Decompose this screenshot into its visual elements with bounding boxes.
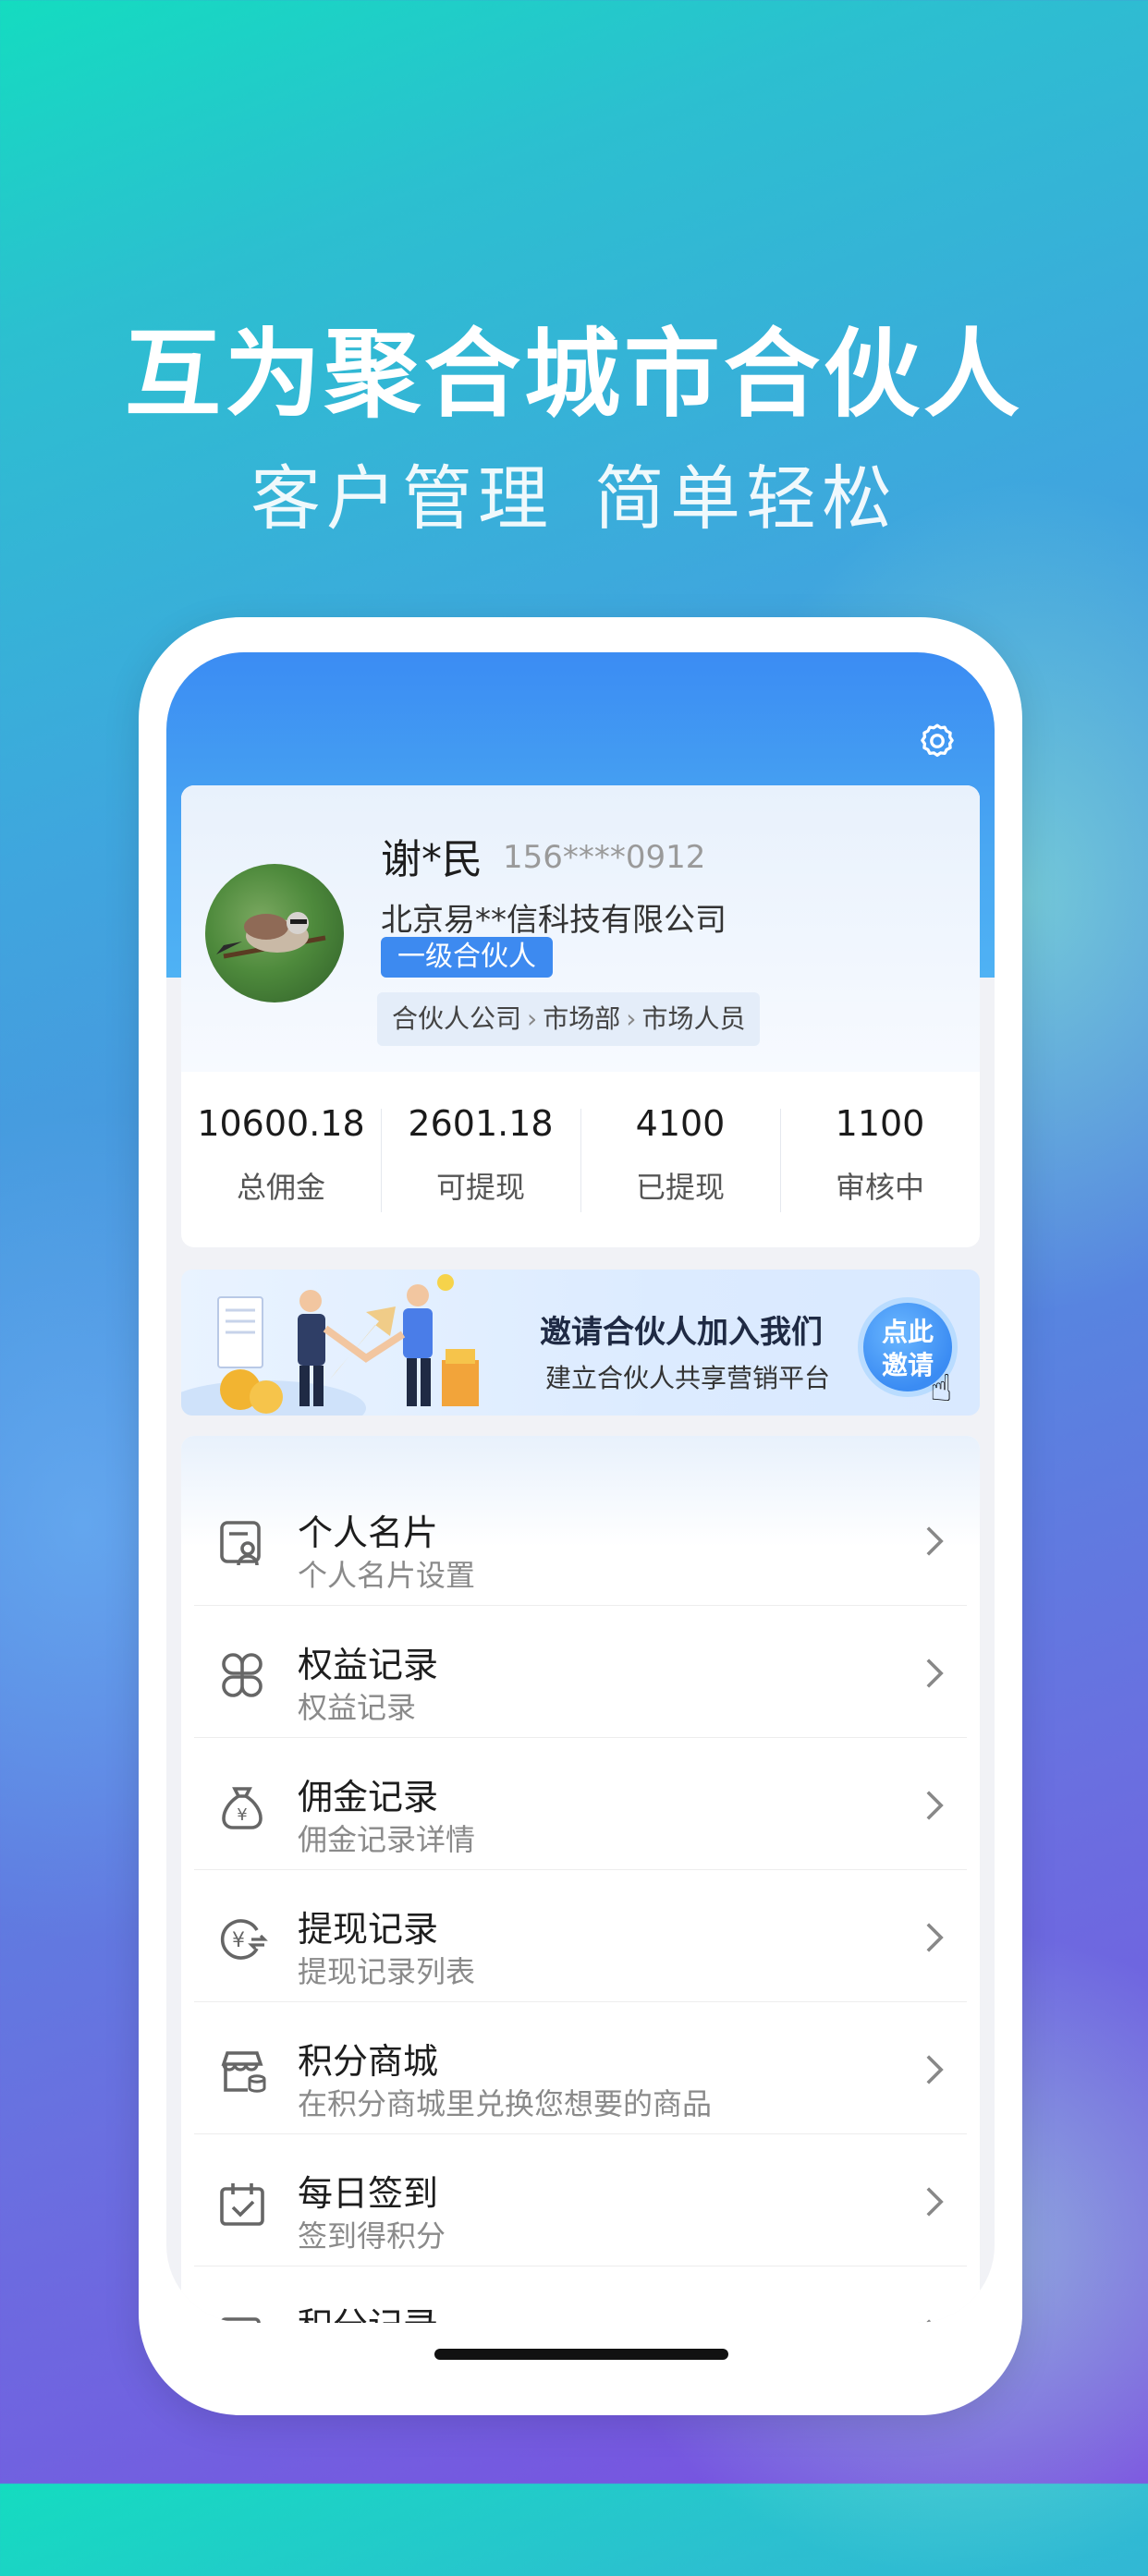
banner-title: 邀请合伙人加入我们 bbox=[540, 1314, 823, 1351]
svg-text:¥: ¥ bbox=[232, 1929, 245, 1952]
stat-total-commission[interactable]: 10600.18 总佣金 bbox=[181, 1072, 381, 1247]
org-breadcrumb: 合伙人公司 › 市场部 › 市场人员 bbox=[377, 992, 761, 1046]
chevron-right-icon bbox=[926, 1526, 944, 1556]
home-indicator[interactable] bbox=[434, 2349, 728, 2360]
menu-item-subtitle: 签到得积分 bbox=[298, 2218, 446, 2254]
chevron-right-icon bbox=[926, 1923, 944, 1952]
phone-frame: 谢*民 156****0912 北京易**信科技有限公司 一级合伙人 合伙人公司… bbox=[139, 617, 1022, 2415]
chevron-right-icon bbox=[926, 1659, 944, 1688]
promo-sub-2: 简单轻松 bbox=[594, 457, 898, 540]
stat-value: 10600.18 bbox=[197, 1103, 365, 1144]
calendar-check-icon bbox=[220, 2183, 264, 2226]
store-icon bbox=[221, 2051, 266, 2093]
breadcrumb-item: 市场人员 bbox=[641, 1003, 746, 1034]
menu-item-subtitle: 佣金记录详情 bbox=[298, 1822, 476, 1857]
chevron-right-icon: › bbox=[626, 1003, 637, 1034]
menu-item-points-record[interactable]: 积分记录 bbox=[194, 2266, 967, 2323]
partners-illustration bbox=[181, 1274, 479, 1416]
stat-label: 总佣金 bbox=[236, 1170, 325, 1205]
menu-item-title: 佣金记录 bbox=[298, 1777, 439, 1817]
stat-value: 2601.18 bbox=[408, 1103, 554, 1144]
profile-card: 谢*民 156****0912 北京易**信科技有限公司 一级合伙人 合伙人公司… bbox=[181, 785, 980, 1247]
menu-item-business-card[interactable]: 个人名片 个人名片设置 bbox=[194, 1473, 967, 1606]
user-company: 北京易**信科技有限公司 bbox=[381, 902, 727, 939]
invite-button-line-1: 点此 bbox=[881, 1317, 934, 1347]
stat-label: 已提现 bbox=[635, 1170, 725, 1205]
points-record-icon bbox=[220, 2317, 261, 2323]
stat-label: 可提现 bbox=[435, 1170, 525, 1205]
menu-item-title: 个人名片 bbox=[298, 1513, 439, 1553]
menu-item-withdrawal[interactable]: ¥ 提现记录 提现记录列表 bbox=[194, 1869, 967, 2002]
menu-item-title: 积分商城 bbox=[298, 2041, 439, 2082]
level-badge: 一级合伙人 bbox=[381, 937, 553, 978]
chevron-right-icon: › bbox=[527, 1003, 538, 1034]
gear-icon[interactable] bbox=[917, 721, 958, 761]
promo-subline: 客户管理 简单轻松 bbox=[0, 442, 1148, 543]
svg-text:¥: ¥ bbox=[237, 1805, 247, 1825]
menu-list: 个人名片 个人名片设置 权益记录 权益记录 ¥ 佣金记录 佣金记录详情 ¥ 提现… bbox=[181, 1436, 980, 2323]
clover-icon bbox=[222, 1653, 263, 1697]
money-bag-icon: ¥ bbox=[222, 1787, 263, 1829]
bird-photo bbox=[216, 912, 326, 959]
promo-headline: 互为聚合城市合伙人 bbox=[124, 318, 1023, 431]
stat-value: 4100 bbox=[635, 1103, 726, 1144]
id-card-icon bbox=[220, 1521, 261, 1566]
chevron-right-icon bbox=[926, 1791, 944, 1820]
stat-label: 审核中 bbox=[835, 1170, 924, 1205]
menu-item-benefits[interactable]: 权益记录 权益记录 bbox=[194, 1605, 967, 1738]
menu-item-title: 权益记录 bbox=[298, 1645, 439, 1685]
pointing-hand-icon: ☝ bbox=[930, 1367, 953, 1410]
invite-banner[interactable]: 邀请合伙人加入我们 建立合伙人共享营销平台 点此 邀请 ☝ bbox=[181, 1270, 980, 1416]
yen-transfer-icon: ¥ bbox=[220, 1919, 268, 1960]
promo-sub-1: 客户管理 bbox=[250, 457, 554, 540]
menu-item-subtitle: 在积分商城里兑换您想要的商品 bbox=[298, 2086, 713, 2121]
user-name: 谢*民 bbox=[381, 836, 482, 883]
menu-item-daily-checkin[interactable]: 每日签到 签到得积分 bbox=[194, 2133, 967, 2266]
stat-value: 1100 bbox=[835, 1103, 925, 1144]
menu-item-title: 提现记录 bbox=[298, 1909, 439, 1950]
user-phone: 156****0912 bbox=[503, 839, 706, 876]
menu-item-commission[interactable]: ¥ 佣金记录 佣金记录详情 bbox=[194, 1737, 967, 1870]
stat-under-review[interactable]: 1100 审核中 bbox=[780, 1072, 980, 1247]
menu-item-points-mall[interactable]: 积分商城 在积分商城里兑换您想要的商品 bbox=[194, 2001, 967, 2134]
stat-withdrawn[interactable]: 4100 已提现 bbox=[580, 1072, 780, 1247]
breadcrumb-item: 合伙人公司 bbox=[392, 1003, 522, 1034]
menu-item-subtitle: 提现记录列表 bbox=[298, 1954, 476, 1989]
stat-withdrawable[interactable]: 2601.18 可提现 bbox=[381, 1072, 580, 1247]
chevron-right-icon bbox=[926, 2319, 933, 2323]
chevron-right-icon bbox=[926, 2187, 944, 2217]
menu-item-subtitle: 个人名片设置 bbox=[298, 1558, 476, 1593]
chevron-right-icon bbox=[926, 2055, 944, 2084]
stats-row: 10600.18 总佣金 2601.18 可提现 4100 已提现 1100 审… bbox=[181, 1072, 980, 1247]
menu-item-title: 积分记录 bbox=[298, 2297, 438, 2323]
app-screen: 谢*民 156****0912 北京易**信科技有限公司 一级合伙人 合伙人公司… bbox=[166, 652, 995, 2323]
avatar[interactable] bbox=[205, 864, 344, 1002]
menu-item-title: 每日签到 bbox=[298, 2173, 439, 2214]
menu-item-subtitle: 权益记录 bbox=[298, 1690, 417, 1725]
breadcrumb-item: 市场部 bbox=[543, 1003, 621, 1034]
banner-subtitle: 建立合伙人共享营销平台 bbox=[545, 1363, 831, 1393]
